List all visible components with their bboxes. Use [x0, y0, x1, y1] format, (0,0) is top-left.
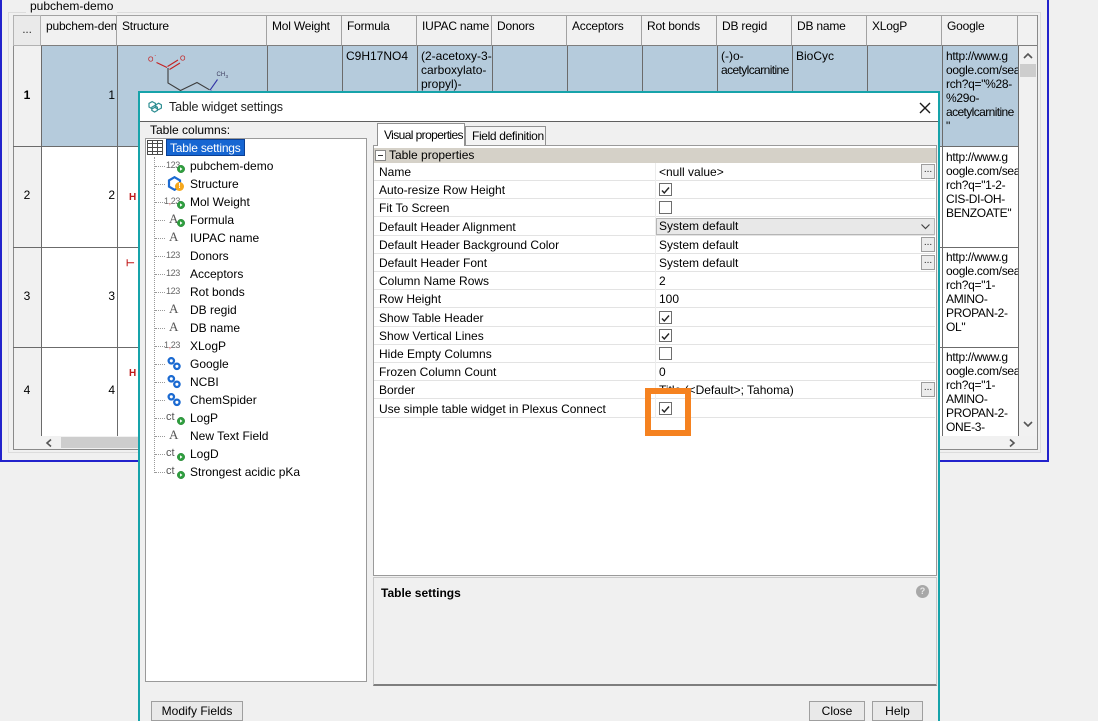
svg-text:O: O	[148, 57, 154, 64]
svg-text:-: -	[155, 53, 157, 59]
svg-text:O: O	[180, 56, 186, 63]
svg-text:3: 3	[226, 74, 229, 79]
svg-text:CH: CH	[217, 72, 226, 78]
